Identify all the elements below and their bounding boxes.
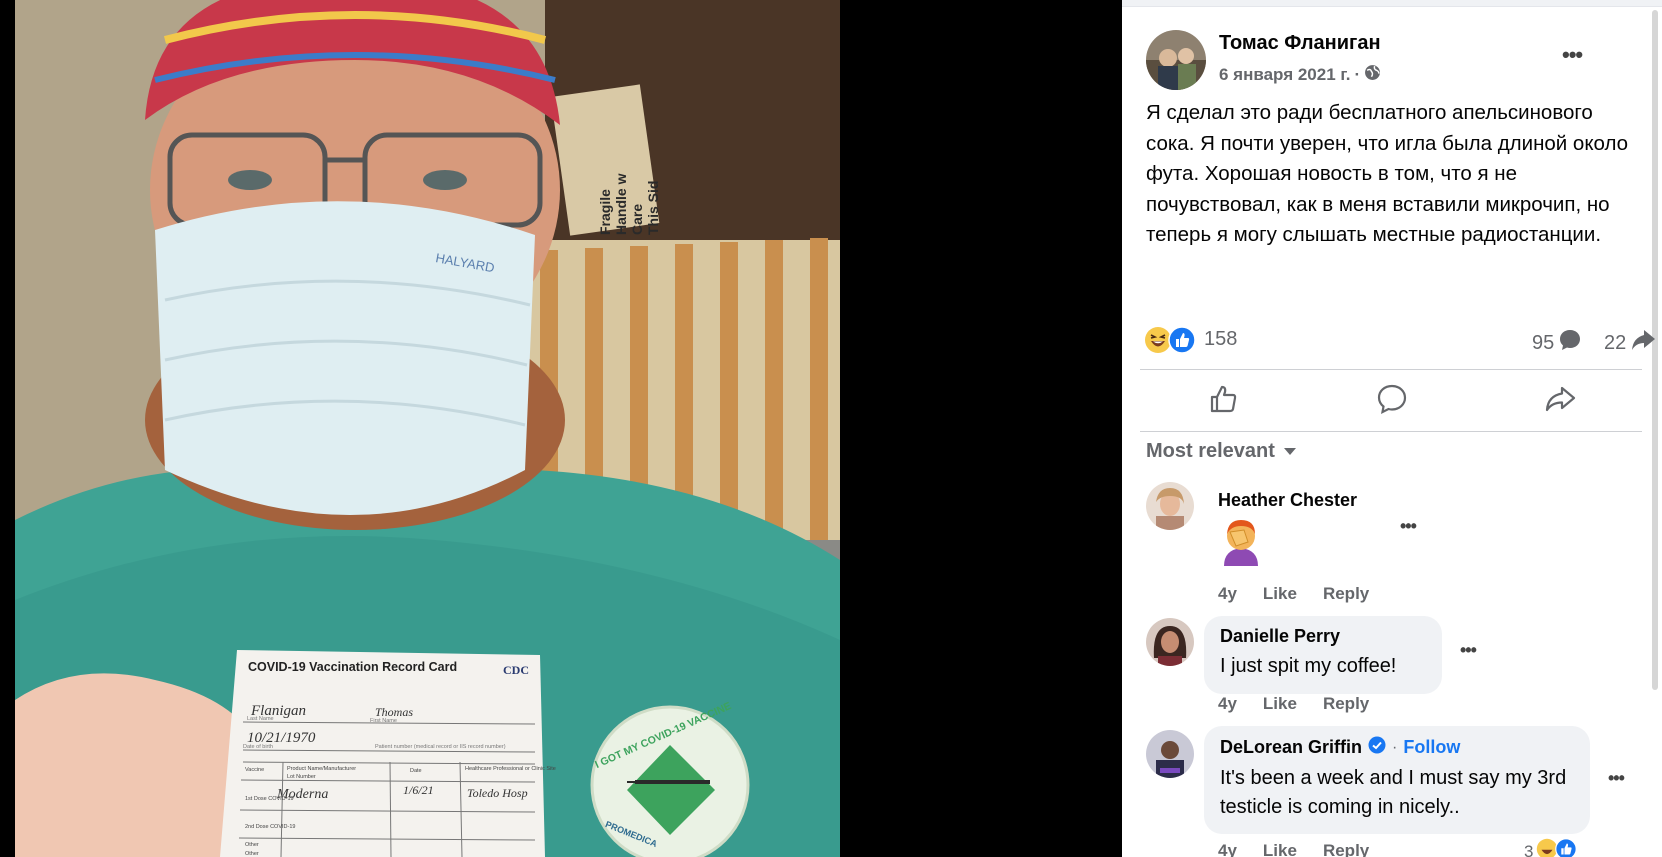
shares-count: 22 — [1604, 331, 1627, 354]
comment-like-link[interactable]: Like — [1263, 841, 1297, 857]
face-palm-emoji — [1218, 516, 1264, 571]
shares-stat[interactable]: 22 — [1604, 328, 1656, 358]
comment-author[interactable]: DeLorean Griffin — [1220, 737, 1362, 758]
svg-text:Healthcare Professional or Cli: Healthcare Professional or Clinic Site — [465, 766, 556, 772]
comments-count: 95 — [1532, 331, 1555, 354]
comment-age[interactable]: 4y — [1218, 584, 1237, 604]
svg-text:This Sid: This Sid — [645, 181, 661, 235]
svg-text:Vaccine: Vaccine — [245, 767, 264, 773]
commenter-avatar[interactable] — [1146, 482, 1194, 530]
comment-bubble: DeLorean Griffin · Follow It's been a we… — [1204, 726, 1590, 834]
post-date: 6 января 2021 г. · — [1219, 64, 1381, 86]
comment-author[interactable]: Heather Chester — [1218, 490, 1357, 511]
date-separator: · — [1354, 65, 1361, 84]
verified-badge-icon — [1368, 736, 1386, 759]
svg-text:Thomas: Thomas — [375, 705, 413, 719]
post-stats: 158 95 22 — [1144, 326, 1656, 359]
comment-meta: 4y Like Reply — [1218, 584, 1369, 604]
svg-text:Flanigan: Flanigan — [250, 703, 306, 719]
reactions-count[interactable]: 158 — [1204, 328, 1237, 351]
svg-text:Other: Other — [245, 851, 259, 857]
author-avatar[interactable] — [1146, 30, 1206, 90]
stats-divider — [1140, 369, 1642, 370]
actions-divider — [1140, 431, 1642, 432]
svg-text:Date: Date — [410, 768, 422, 774]
comment-menu-button[interactable]: ••• — [1608, 768, 1625, 789]
svg-text:Handle w: Handle w — [613, 173, 629, 235]
comment-bubble-icon — [1558, 328, 1582, 358]
comment-sort-dropdown[interactable]: Most relevant — [1146, 440, 1297, 463]
follow-separator: · — [1392, 738, 1398, 756]
svg-text:1st Dose COVID-19: 1st Dose COVID-19 — [245, 796, 294, 802]
comment-bubble: Danielle Perry I just spit my coffee! — [1204, 616, 1442, 694]
svg-text:Toledo Hosp: Toledo Hosp — [467, 786, 528, 800]
comment-button[interactable] — [1372, 381, 1412, 421]
comment-meta: 4y Like Reply — [1218, 841, 1369, 857]
share-arrow-icon — [1630, 328, 1656, 358]
comment-menu-button[interactable]: ••• — [1400, 516, 1417, 537]
like-button[interactable] — [1203, 381, 1243, 421]
vaccination-card: COVID-19 Vaccination Record Card CDC Las… — [220, 650, 556, 857]
post-photo[interactable]: HALYARD Fragile Handle w Care This Sid C… — [15, 0, 840, 857]
post-date-text[interactable]: 6 января 2021 г. — [1219, 65, 1351, 85]
comment-reply-link[interactable]: Reply — [1323, 841, 1369, 857]
post-menu-button[interactable]: ••• — [1562, 42, 1583, 68]
comment-reply-link[interactable]: Reply — [1323, 584, 1369, 604]
svg-text:Care: Care — [629, 204, 645, 235]
svg-text:CDC: CDC — [503, 663, 529, 677]
svg-text:Fragile: Fragile — [597, 189, 613, 235]
svg-text:Patient number (medical record: Patient number (medical record or IIS re… — [375, 744, 506, 750]
comment-age[interactable]: 4y — [1218, 841, 1237, 857]
comment-text: I just spit my coffee! — [1220, 655, 1397, 677]
panel-top-border — [1122, 0, 1662, 7]
caret-down-icon — [1283, 440, 1297, 463]
like-icon — [1555, 838, 1578, 857]
comment-menu-button[interactable]: ••• — [1460, 640, 1477, 661]
photo-viewer: HALYARD Fragile Handle w Care This Sid C… — [0, 0, 1122, 857]
svg-text:2nd Dose COVID-19: 2nd Dose COVID-19 — [245, 824, 295, 830]
comment-header: DeLorean Griffin · Follow — [1220, 736, 1460, 759]
like-outline-icon — [1207, 383, 1239, 420]
comment-author[interactable]: Danielle Perry — [1220, 626, 1340, 647]
comment-reactions-count: 3 — [1524, 841, 1534, 857]
svg-text:Product Name/Manufacturer: Product Name/Manufacturer — [287, 766, 356, 772]
post-panel: Томас Фланиган 6 января 2021 г. · ••• Я … — [1122, 0, 1662, 857]
comment-reactions[interactable]: 3 — [1524, 838, 1578, 857]
comment-like-link[interactable]: Like — [1263, 694, 1297, 714]
svg-text:Other: Other — [245, 842, 259, 848]
post-text: Я сделал это ради бесплатного апельсинов… — [1146, 101, 1629, 246]
comment-age[interactable]: 4y — [1218, 694, 1237, 714]
comment-text: It's been a week and I must say my 3rd t… — [1220, 767, 1567, 818]
reaction-icons[interactable] — [1144, 326, 1196, 359]
svg-text:1/6/21: 1/6/21 — [403, 783, 434, 797]
svg-text:10/21/1970: 10/21/1970 — [247, 730, 316, 746]
globe-icon — [1364, 64, 1381, 86]
svg-text:Lot Number: Lot Number — [287, 774, 316, 780]
svg-text:COVID-19 Vaccination Record Ca: COVID-19 Vaccination Record Card — [248, 660, 457, 674]
author-name[interactable]: Томас Фланиган — [1219, 32, 1381, 55]
comment-meta: 4y Like Reply — [1218, 694, 1369, 714]
commenter-avatar[interactable] — [1146, 618, 1194, 666]
share-outline-icon — [1544, 383, 1576, 420]
comment-reply-link[interactable]: Reply — [1323, 694, 1369, 714]
commenter-avatar[interactable] — [1146, 730, 1194, 778]
comment-outline-icon — [1376, 383, 1408, 420]
share-button[interactable] — [1540, 381, 1580, 421]
like-icon — [1168, 326, 1196, 359]
comment-like-link[interactable]: Like — [1263, 584, 1297, 604]
follow-button[interactable]: Follow — [1403, 737, 1460, 758]
sort-label: Most relevant — [1146, 440, 1275, 462]
comments-stat[interactable]: 95 — [1532, 328, 1582, 358]
